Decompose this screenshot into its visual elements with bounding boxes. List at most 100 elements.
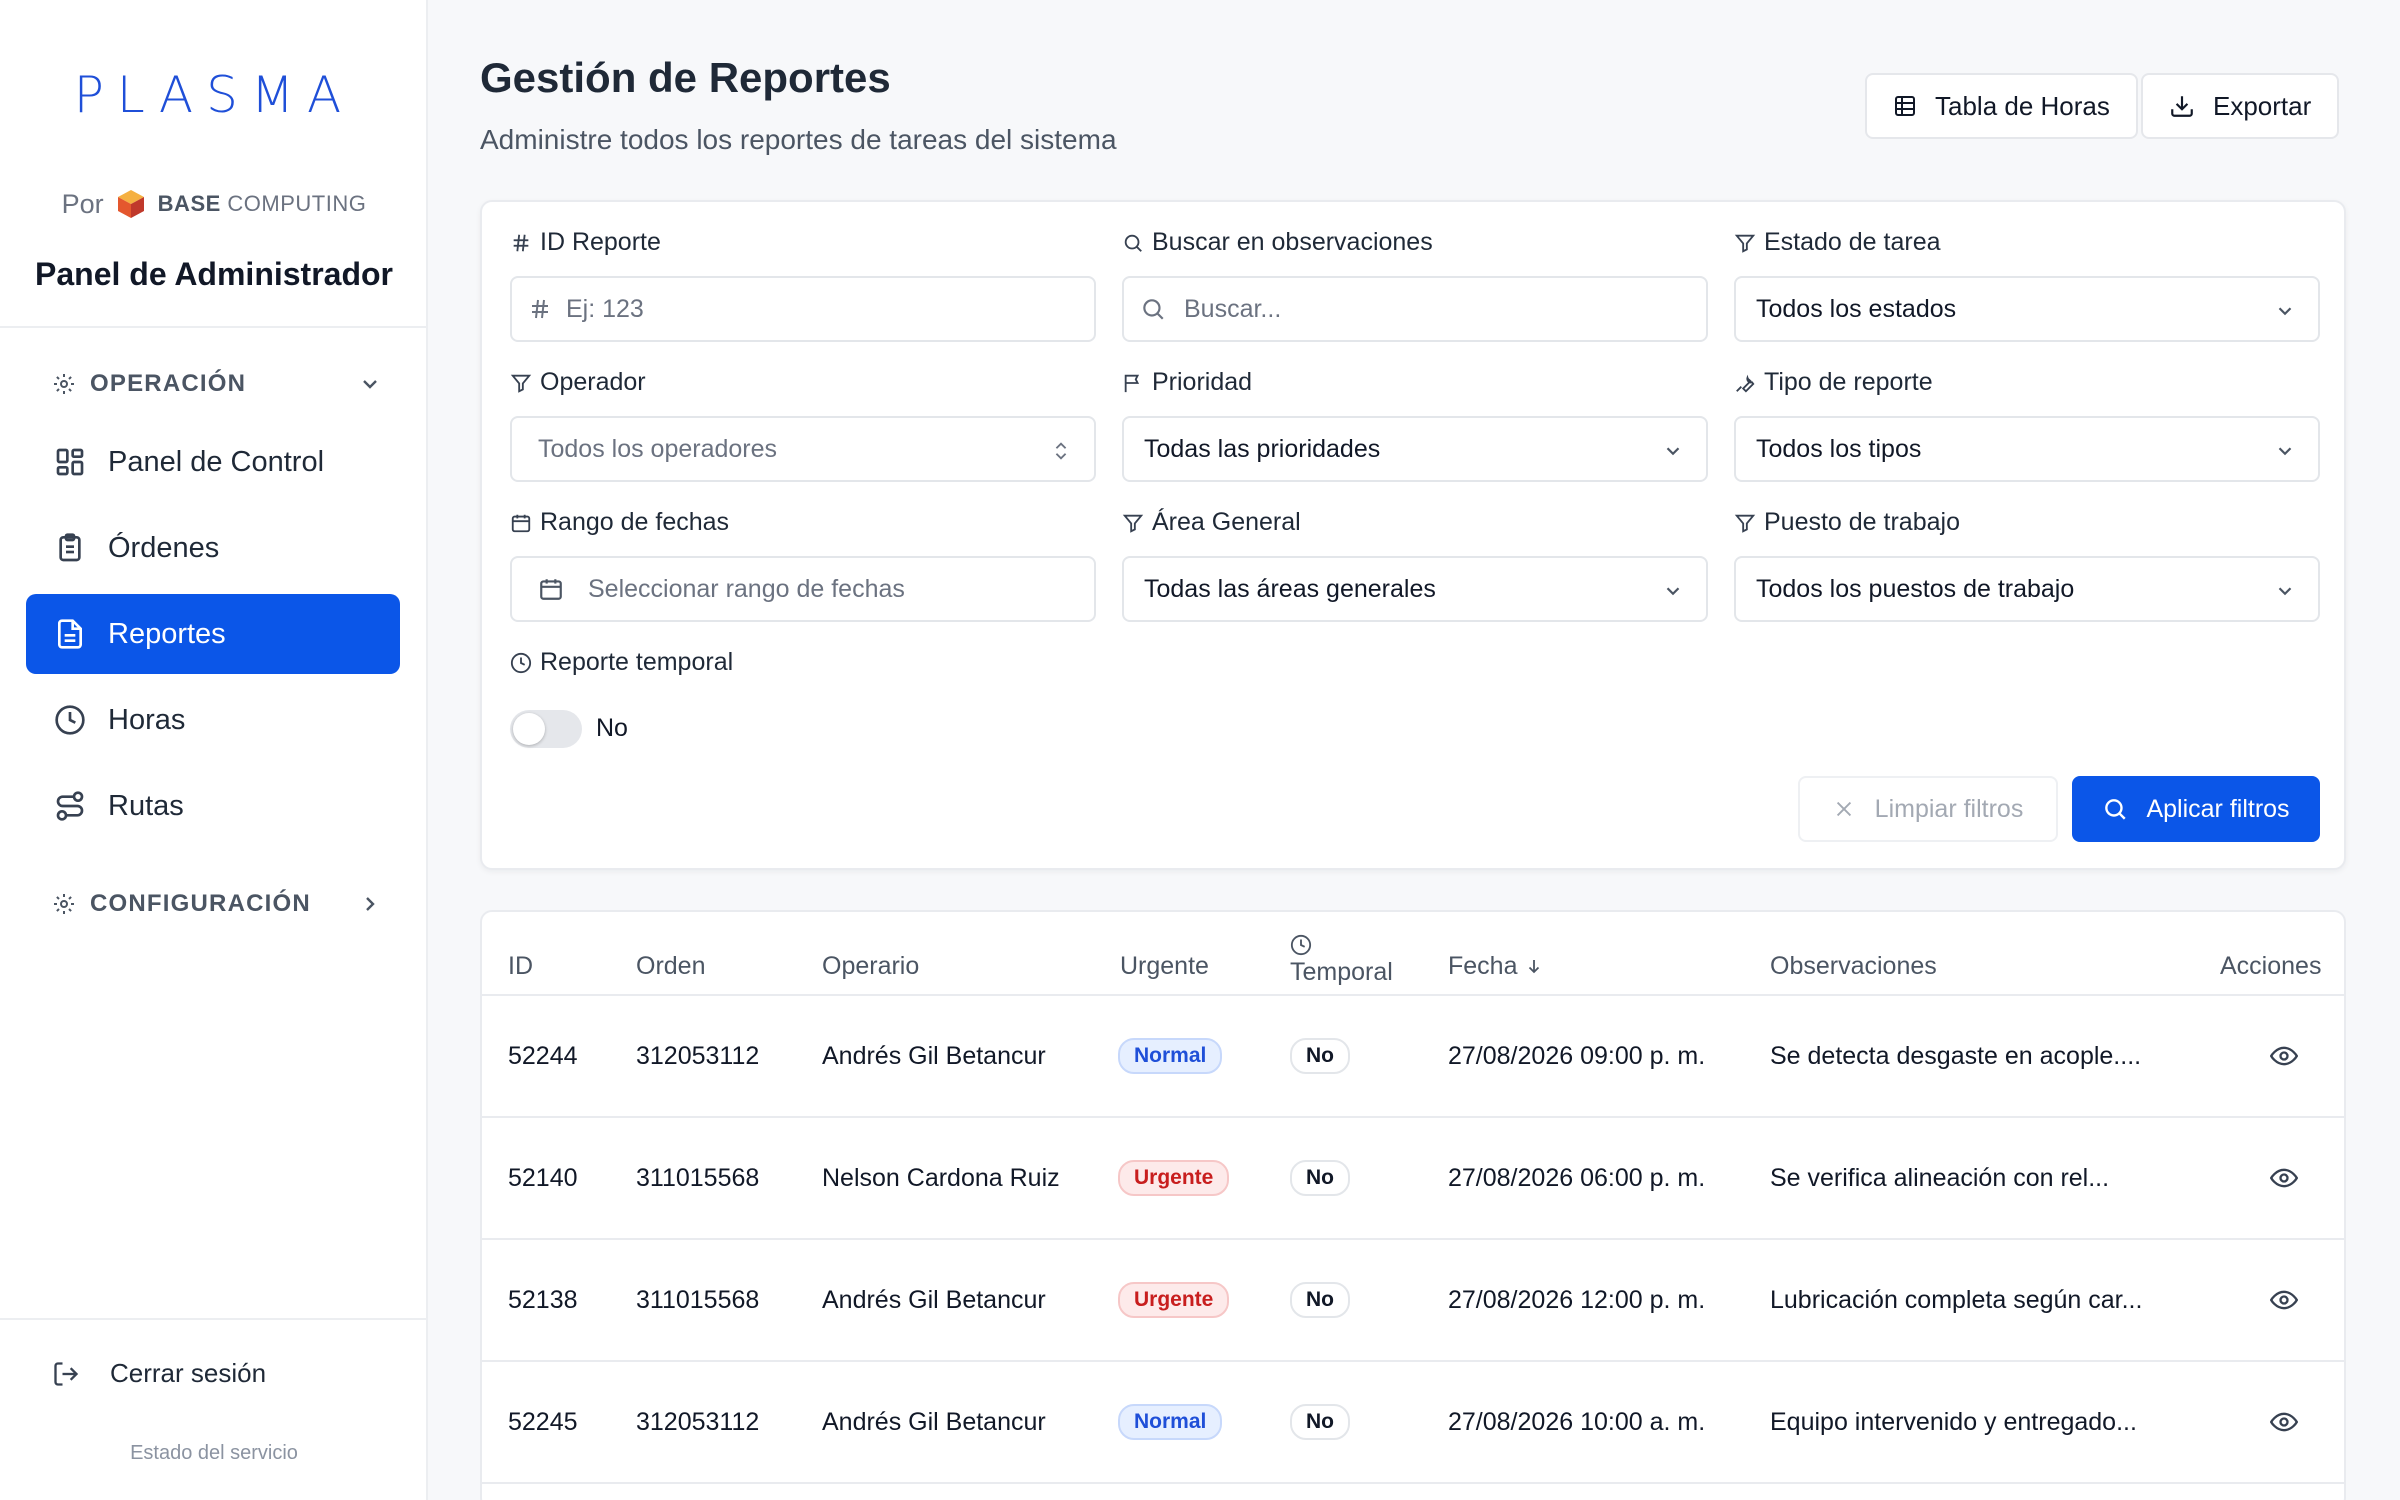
sidebar-item-ordenes[interactable]: Órdenes — [26, 508, 400, 588]
cell-operario: Andrés Gil Betancur — [822, 1285, 1046, 1314]
apply-filters-label: Aplicar filtros — [2146, 794, 2290, 823]
cell-orden: 312053112 — [636, 1041, 760, 1070]
eye-icon — [2270, 1046, 2298, 1066]
cell-orden: 311015568 — [636, 1163, 760, 1192]
chevron-updown-icon — [1055, 442, 1067, 460]
page-title: Gestión de Reportes — [480, 54, 891, 101]
dashboard-icon — [56, 448, 84, 476]
eye-icon — [2270, 1168, 2298, 1188]
logo: PLASMA — [0, 66, 428, 124]
table-row[interactable]: 52244 312053112 Andrés Gil Betancur Norm… — [482, 996, 2344, 1118]
clear-filters-label: Limpiar filtros — [1874, 794, 2024, 823]
table-row[interactable]: 52138 311015568 Andrés Gil Betancur Urge… — [482, 1240, 2344, 1362]
view-button[interactable] — [2270, 996, 2298, 1116]
search-icon — [1143, 299, 1164, 320]
close-icon — [1836, 801, 1851, 817]
col-header-urgente[interactable]: Urgente — [1120, 936, 1209, 996]
clear-filters-button[interactable]: Limpiar filtros — [1798, 776, 2058, 842]
priority-badge: Urgente — [1118, 1282, 1230, 1318]
cell-observaciones: Se verifica alineación con rel... — [1770, 1163, 2110, 1192]
hours-table-label: Tabla de Horas — [1935, 90, 2110, 121]
cell-id: 52140 — [508, 1163, 578, 1192]
eye-icon — [2270, 1290, 2298, 1310]
export-label: Exportar — [2213, 90, 2312, 121]
logo-text: PLASMA — [73, 66, 355, 124]
priority-badge: Normal — [1118, 1038, 1223, 1074]
workstation-value: Todos los puestos de trabajo — [1756, 574, 2075, 603]
table-row[interactable]: 52245 312053112 Andrés Gil Betancur Norm… — [482, 1362, 2344, 1484]
cell-fecha: 27/08/2026 10:00 a. m. — [1448, 1407, 1706, 1436]
cell-fecha: 27/08/2026 09:00 p. m. — [1448, 1041, 1706, 1070]
search-icon — [1124, 234, 1142, 252]
search-placeholder: Buscar... — [1184, 294, 1282, 323]
apply-filters-button[interactable]: Aplicar filtros — [2072, 776, 2320, 842]
cell-operario: Nelson Cardona Ruiz — [822, 1163, 1060, 1192]
route-icon — [56, 791, 84, 821]
brand-name: BASE COMPUTING — [157, 191, 367, 216]
report-type-label: Tipo de reporte — [1734, 368, 1933, 397]
chevron-down-icon — [1666, 587, 1680, 596]
sort-desc-icon — [1529, 960, 1540, 974]
temporal-report-label: Reporte temporal — [510, 648, 733, 677]
cell-id: 52245 — [508, 1407, 578, 1436]
chevron-down-icon — [1666, 447, 1680, 456]
workstation-select[interactable]: Todos los puestos de trabajo — [1734, 556, 2320, 622]
divider — [0, 1318, 428, 1320]
col-header-operario[interactable]: Operario — [822, 936, 919, 996]
col-header-id[interactable]: ID — [508, 936, 533, 996]
date-range-placeholder: Seleccionar rango de fechas — [588, 574, 905, 603]
sidebar-item-rutas[interactable]: Rutas — [26, 766, 400, 846]
section-configuracion[interactable]: CONFIGURACIÓN — [52, 884, 382, 924]
task-status-value: Todos los estados — [1756, 294, 1957, 323]
id-report-input[interactable]: Ej: 123 — [510, 276, 1096, 342]
sidebar-item-horas[interactable]: Horas — [26, 680, 400, 760]
operator-select[interactable]: Todos los operadores — [510, 416, 1096, 482]
search-input[interactable]: Buscar... — [1122, 276, 1708, 342]
hash-icon — [532, 299, 548, 319]
sidebar-item-label: Reportes — [108, 617, 226, 650]
general-area-label: Área General — [1122, 508, 1301, 537]
cell-operario: Andrés Gil Betancur — [822, 1041, 1046, 1070]
filter-icon — [1734, 514, 1756, 533]
view-button[interactable] — [2270, 1240, 2298, 1360]
table-row[interactable]: 52140 311015568 Nelson Cardona Ruiz Urge… — [482, 1118, 2344, 1240]
col-header-observaciones[interactable]: Observaciones — [1770, 936, 1937, 996]
sidebar-item-label: Órdenes — [108, 531, 220, 564]
task-status-select[interactable]: Todos los estados — [1734, 276, 2320, 342]
export-button[interactable]: Exportar — [2141, 73, 2340, 139]
wrench-icon — [1736, 374, 1755, 393]
temporal-report-toggle[interactable] — [510, 710, 582, 748]
temporal-badge: No — [1290, 1282, 1350, 1318]
service-status-link[interactable]: Estado del servicio — [0, 1442, 428, 1465]
sidebar-item-panel-control[interactable]: Panel de Control — [26, 422, 400, 502]
filter-icon — [510, 374, 532, 393]
logout-button[interactable]: Cerrar sesión — [52, 1358, 266, 1389]
col-header-temporal[interactable]: Temporal — [1290, 922, 1393, 998]
priority-select[interactable]: Todas las prioridades — [1122, 416, 1708, 482]
col-header-fecha[interactable]: Fecha — [1448, 936, 1543, 996]
priority-badge: Urgente — [1118, 1160, 1230, 1196]
clock-icon — [1290, 934, 1312, 955]
filter-icon — [1122, 514, 1144, 533]
id-report-label: ID Reporte — [510, 228, 661, 257]
reports-table: ID Orden Operario Urgente Temporal Fecha… — [480, 910, 2346, 1500]
sidebar-item-reportes[interactable]: Reportes — [26, 594, 400, 674]
report-type-select[interactable]: Todos los tipos — [1734, 416, 2320, 482]
hash-icon — [513, 234, 529, 251]
base-computing-logo-icon — [117, 190, 144, 218]
view-button[interactable] — [2270, 1362, 2298, 1482]
cell-orden: 311015568 — [636, 1285, 760, 1314]
section-operacion[interactable]: OPERACIÓN — [52, 364, 382, 404]
hours-table-button[interactable]: Tabla de Horas — [1865, 73, 2138, 139]
view-button[interactable] — [2270, 1118, 2298, 1238]
date-range-picker[interactable]: Seleccionar rango de fechas — [510, 556, 1096, 622]
calendar-icon — [511, 514, 531, 532]
admin-panel-title: Panel de Administrador — [35, 256, 393, 292]
col-header-orden[interactable]: Orden — [636, 936, 705, 996]
col-header-temporal-label: Temporal — [1290, 957, 1393, 986]
sidebar-item-label: Horas — [108, 703, 186, 736]
date-range-label: Rango de fechas — [510, 508, 729, 537]
section-operacion-label: OPERACIÓN — [90, 370, 247, 397]
sidebar: PLASMA Por BASE COMPUTING Panel de Admin… — [0, 0, 428, 1500]
general-area-select[interactable]: Todas las áreas generales — [1122, 556, 1708, 622]
